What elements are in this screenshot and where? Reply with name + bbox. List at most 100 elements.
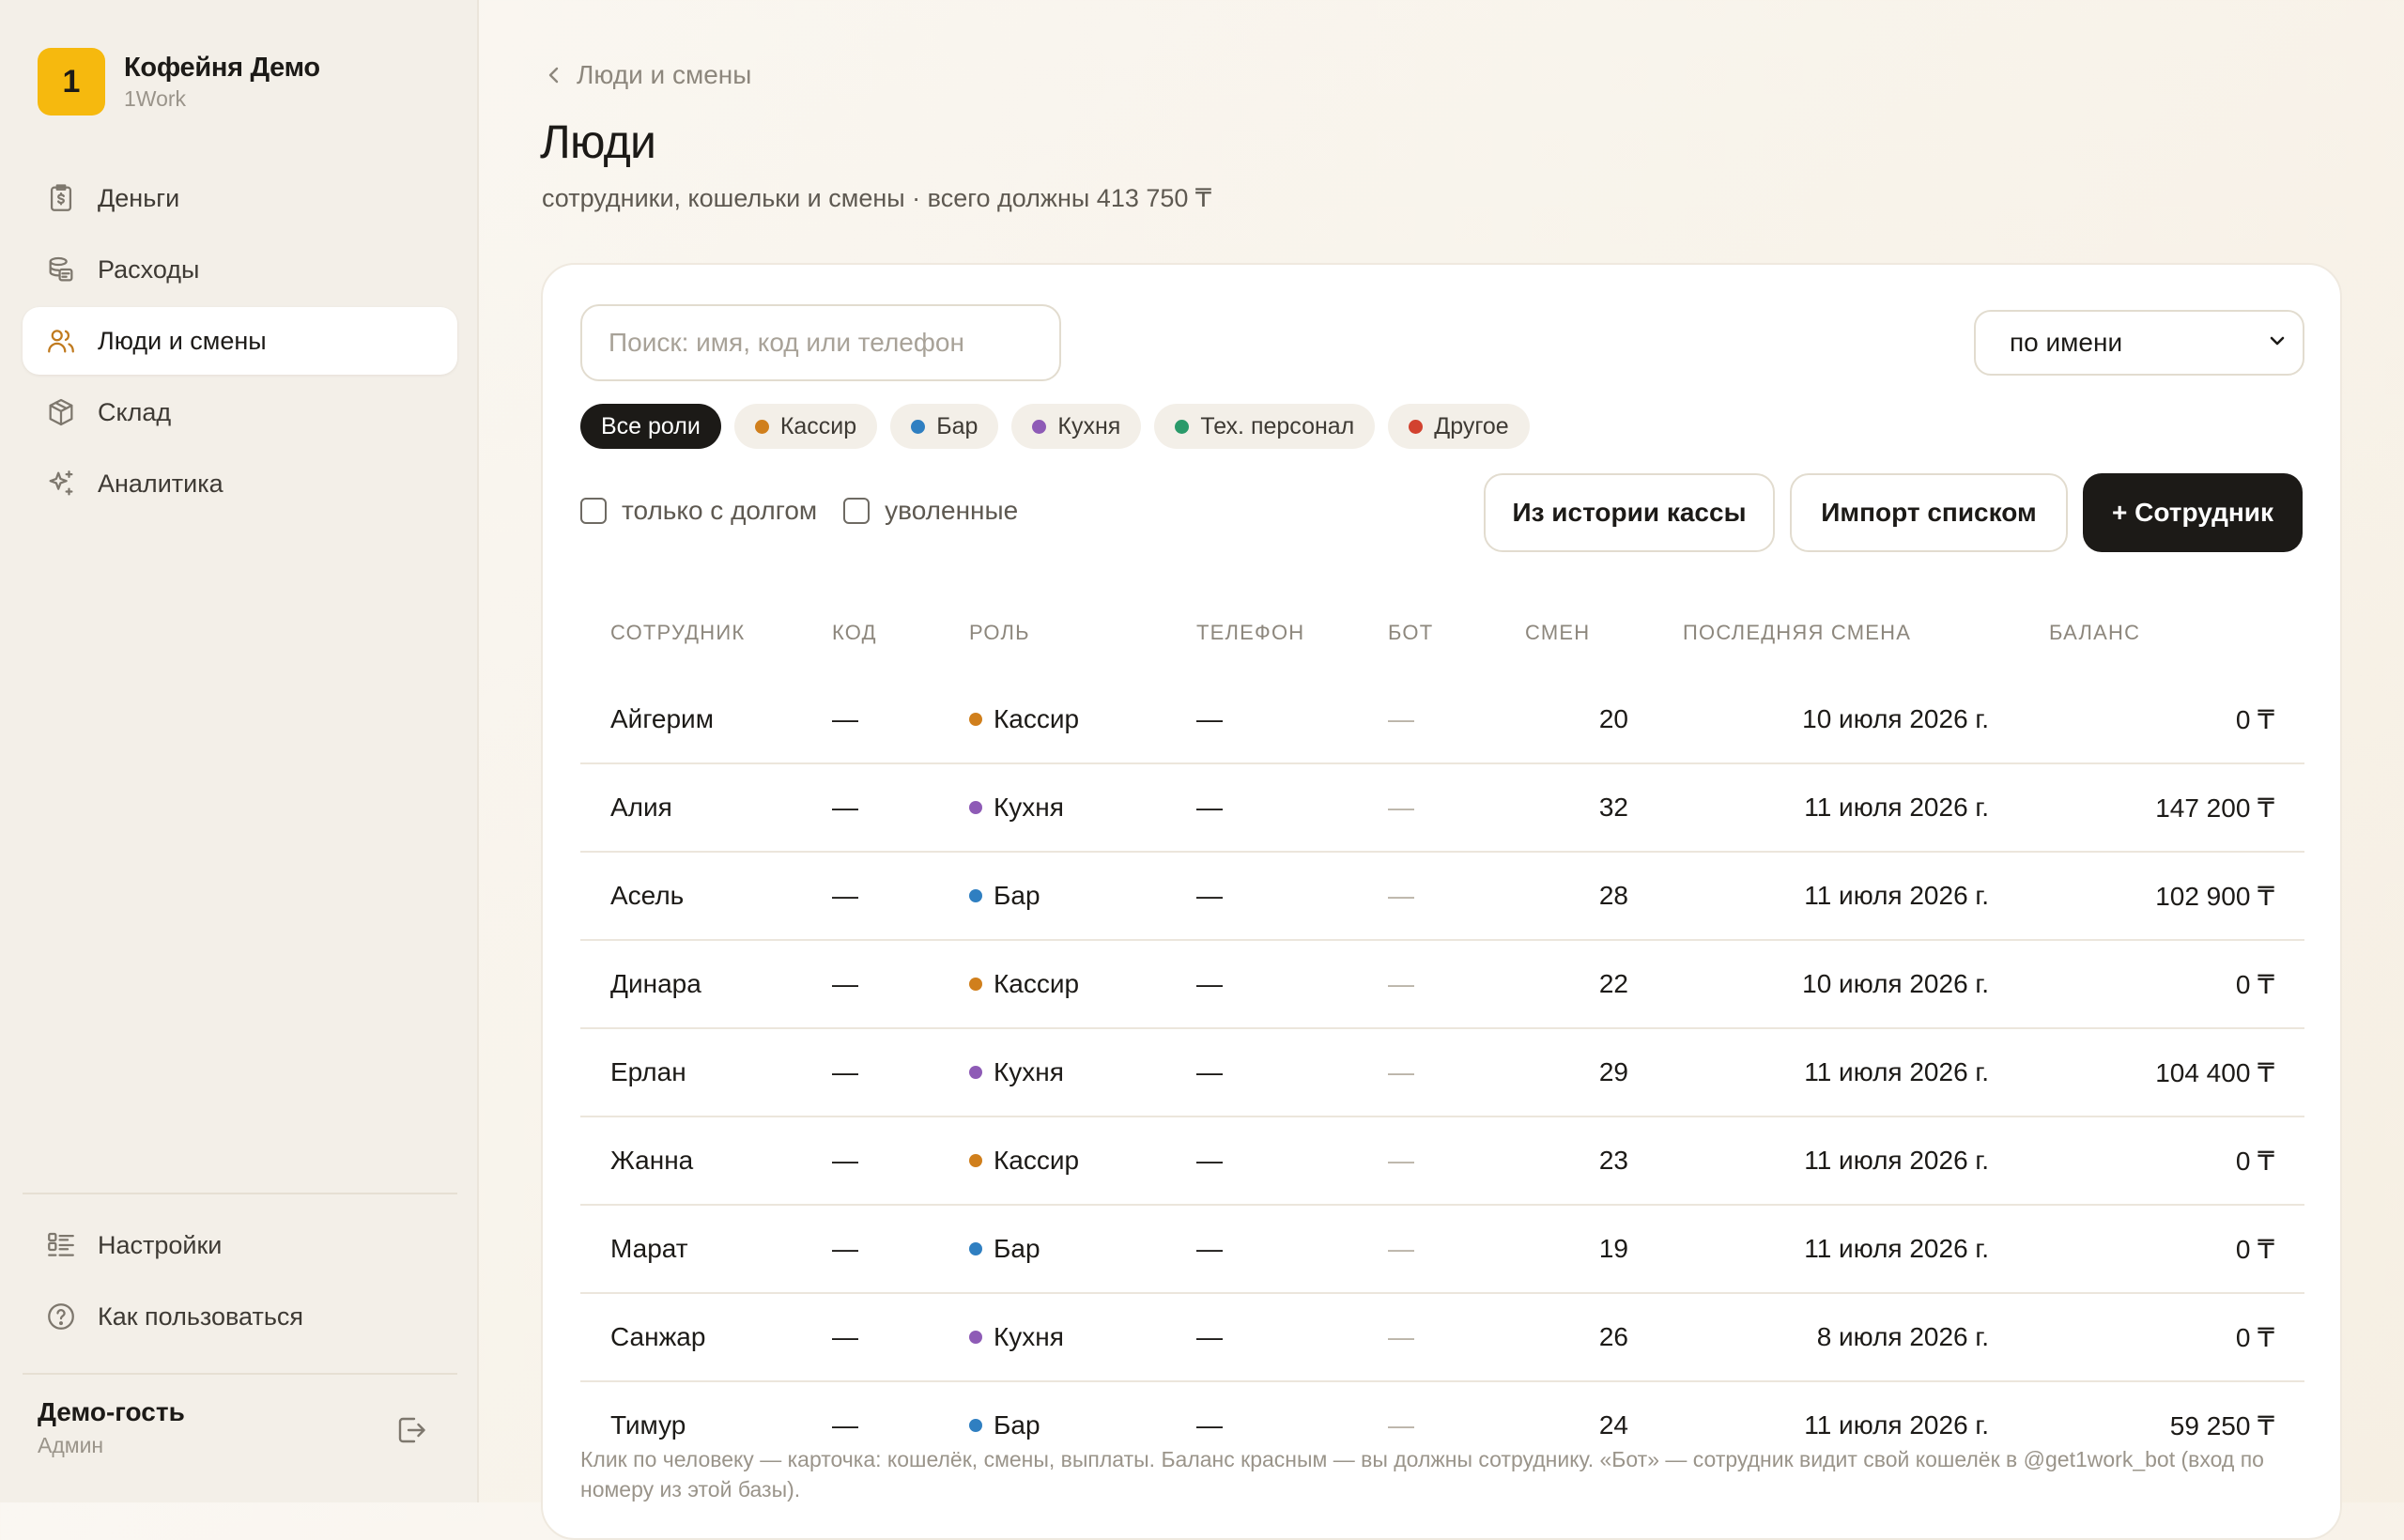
help-footnote: Клик по человеку — карточка: кошелёк, см… (580, 1447, 2264, 1502)
employee-bot-status: — (1388, 852, 1525, 941)
role-label: Кухня (994, 1322, 1064, 1351)
employee-role: Кассир (969, 1116, 1196, 1206)
main-nav: Деньги Расходы Люди и смены Склад Аналит… (23, 164, 457, 521)
table-row[interactable]: Санжар — Кухня — —26 8 июля 2026 г. 0 ₸ (580, 1293, 2304, 1382)
sidebar: 1 Кофейня Демо 1Work Деньги Расходы Люди… (0, 0, 479, 1502)
nav-item-money[interactable]: Деньги (23, 164, 457, 232)
table-row[interactable]: Динара — Кассир — —22 10 июля 2026 г. 0 ₸ (580, 940, 2304, 1029)
checkbox-box[interactable] (580, 498, 607, 524)
add-employee-button[interactable]: + Сотрудник (2083, 473, 2303, 552)
table-row[interactable]: Жанна — Кассир — —23 11 июля 2026 г. 0 ₸ (580, 1116, 2304, 1206)
column-header-bot[interactable]: БОТ (1388, 590, 1525, 676)
employee-name: Асель (580, 852, 832, 941)
employee-role: Кассир (969, 940, 1196, 1029)
employee-name: Алия (580, 763, 832, 853)
employee-role: Бар (969, 1205, 1196, 1294)
employee-last-shift: 11 июля 2026 г. (1628, 852, 1989, 941)
employee-name: Динара (580, 940, 832, 1029)
warehouse-icon (45, 396, 77, 428)
employee-shift-count: 32 (1525, 763, 1628, 853)
sort-select[interactable]: по имени (1974, 310, 2304, 376)
employee-phone: — (1196, 1205, 1388, 1294)
table-row[interactable]: Айгерим — Кассир — —20 10 июля 2026 г. 0 ₸ (580, 676, 2304, 764)
employee-role: Кассир (969, 676, 1196, 764)
table-row[interactable]: Асель — Бар — —28 11 июля 2026 г. 102 900 ₸ (580, 852, 2304, 941)
user-name: Демо-гость (38, 1397, 185, 1426)
sidebar-divider (23, 1373, 457, 1375)
from-cash-history-button[interactable]: Из истории кассы (1484, 473, 1775, 552)
nav-item-expenses[interactable]: Расходы (23, 236, 457, 303)
role-color-dot (969, 1331, 982, 1344)
role-chip-label: Другое (1434, 412, 1509, 439)
column-header-shifts[interactable]: СМЕН (1525, 590, 1628, 676)
nav-label: Настройки (98, 1230, 223, 1259)
employee-balance: 0 ₸ (1989, 1116, 2304, 1206)
role-chip-label: Кассир (779, 412, 857, 439)
brand[interactable]: 1 Кофейня Демо 1Work (38, 48, 320, 116)
employee-code: — (832, 1028, 969, 1117)
employee-name: Санжар (580, 1293, 832, 1382)
nav-item-settings[interactable]: Настройки (23, 1211, 457, 1279)
column-header-phone[interactable]: ТЕЛЕФОН (1196, 590, 1388, 676)
checkbox-label: только с долгом (622, 496, 818, 525)
role-chip-label: Тех. персонал (1200, 412, 1355, 439)
people-table-body: Айгерим — Кассир — —20 10 июля 2026 г. 0 ₸ Алия… (580, 676, 2304, 1469)
logout-icon[interactable] (394, 1413, 428, 1447)
role-chip[interactable]: Кухня (1011, 404, 1142, 449)
column-header-balance[interactable]: БАЛАНС (1989, 590, 2304, 676)
table-row[interactable]: Алия — Кухня — —32 11 июля 2026 г. 147 200 ₸ (580, 763, 2304, 853)
employee-last-shift: 11 июля 2026 г. (1628, 1205, 1989, 1294)
nav-label: Аналитика (98, 469, 223, 498)
employee-bot-status: — (1388, 1293, 1525, 1382)
search-input[interactable] (580, 304, 1061, 381)
checkbox-filters: только с долгом уволенные (580, 496, 1044, 526)
breadcrumb-back-link[interactable]: Люди и смены (545, 60, 751, 90)
role-label: Кассир (994, 704, 1080, 733)
checkbox-box[interactable] (843, 498, 871, 524)
nav-label: Расходы (98, 254, 200, 284)
column-header-last-shift[interactable]: ПОСЛЕДНЯЯ СМЕНА (1628, 590, 1989, 676)
chevron-down-icon (2267, 328, 2288, 358)
role-color-dot (969, 801, 982, 814)
nav-item-help[interactable]: Как пользоваться (23, 1283, 457, 1350)
employee-phone: — (1196, 763, 1388, 853)
people-card: по имени Все роли Кассир Бар Кухня Тех. перс… (541, 263, 2342, 1540)
employee-balance: 0 ₸ (1989, 676, 2304, 764)
employee-phone: — (1196, 1116, 1388, 1206)
nav-item-analytics[interactable]: Аналитика (23, 450, 457, 517)
nav-label: Люди и смены (98, 326, 267, 355)
import-list-button[interactable]: Импорт списком (1790, 473, 2068, 552)
role-filter-chips: Все роли Кассир Бар Кухня Тех. персонал Друго… (580, 404, 1543, 449)
employee-name: Айгерим (580, 676, 832, 764)
page-title: Люди (540, 116, 656, 168)
column-header-role[interactable]: РОЛЬ (969, 590, 1196, 676)
nav-item-people[interactable]: Люди и смены (23, 307, 457, 375)
employee-code: — (832, 1116, 969, 1206)
nav-item-warehouse[interactable]: Склад (23, 378, 457, 446)
role-chip[interactable]: Бар (890, 404, 999, 449)
employee-bot-status: — (1388, 1205, 1525, 1294)
role-color-dot (969, 1242, 982, 1255)
employee-name: Жанна (580, 1116, 832, 1206)
role-chip[interactable]: Все роли (580, 404, 721, 449)
column-header-employee[interactable]: СОТРУДНИК (580, 590, 832, 676)
column-header-code[interactable]: КОД (832, 590, 969, 676)
brand-name: Кофейня Демо (124, 52, 320, 83)
fired-checkbox[interactable]: уволенные (843, 496, 1018, 526)
role-chip[interactable]: Тех. персонал (1154, 404, 1376, 449)
table-row[interactable]: Ерлан — Кухня — —29 11 июля 2026 г. 104 400 ₸ (580, 1028, 2304, 1117)
role-color-dot (969, 1066, 982, 1079)
only-debt-checkbox[interactable]: только с долгом (580, 496, 817, 526)
user-role: Админ (38, 1433, 104, 1457)
role-chip[interactable]: Кассир (733, 404, 878, 449)
role-color-dot (969, 978, 982, 991)
employee-balance: 0 ₸ (1989, 1205, 2304, 1294)
role-label: Бар (994, 1410, 1040, 1440)
employee-role: Кухня (969, 763, 1196, 853)
employee-phone: — (1196, 1028, 1388, 1117)
role-chip-label: Кухня (1057, 412, 1121, 439)
table-row[interactable]: Марат — Бар — —19 11 июля 2026 г. 0 ₸ (580, 1205, 2304, 1294)
employee-name: Марат (580, 1205, 832, 1294)
employee-last-shift: 11 июля 2026 г. (1628, 763, 1989, 853)
role-chip[interactable]: Другое (1388, 404, 1530, 449)
